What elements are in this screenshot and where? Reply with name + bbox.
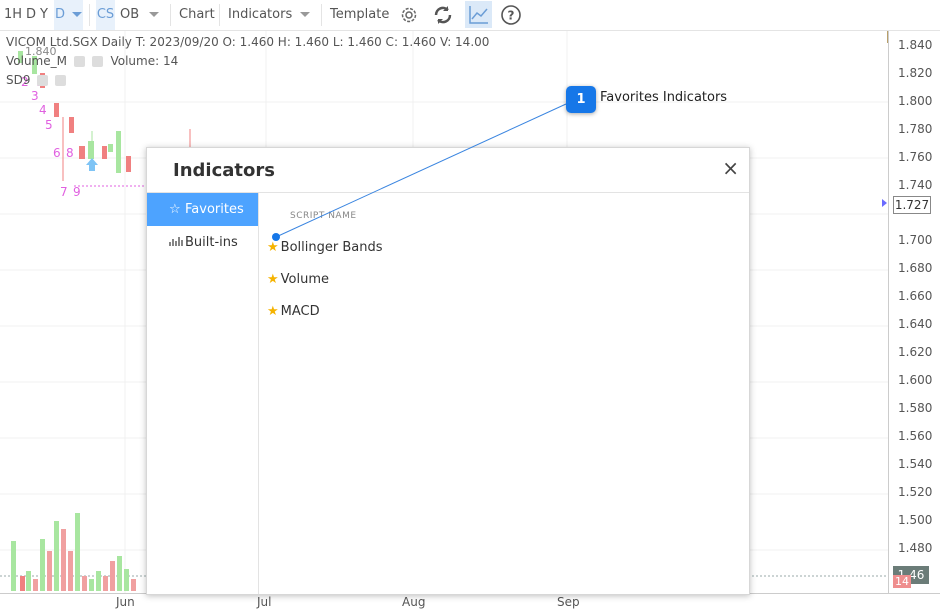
annotation-connector: [272, 103, 567, 241]
annotation-label: Favorites Indicators: [600, 90, 728, 105]
annotation-badge: 1: [566, 86, 596, 113]
